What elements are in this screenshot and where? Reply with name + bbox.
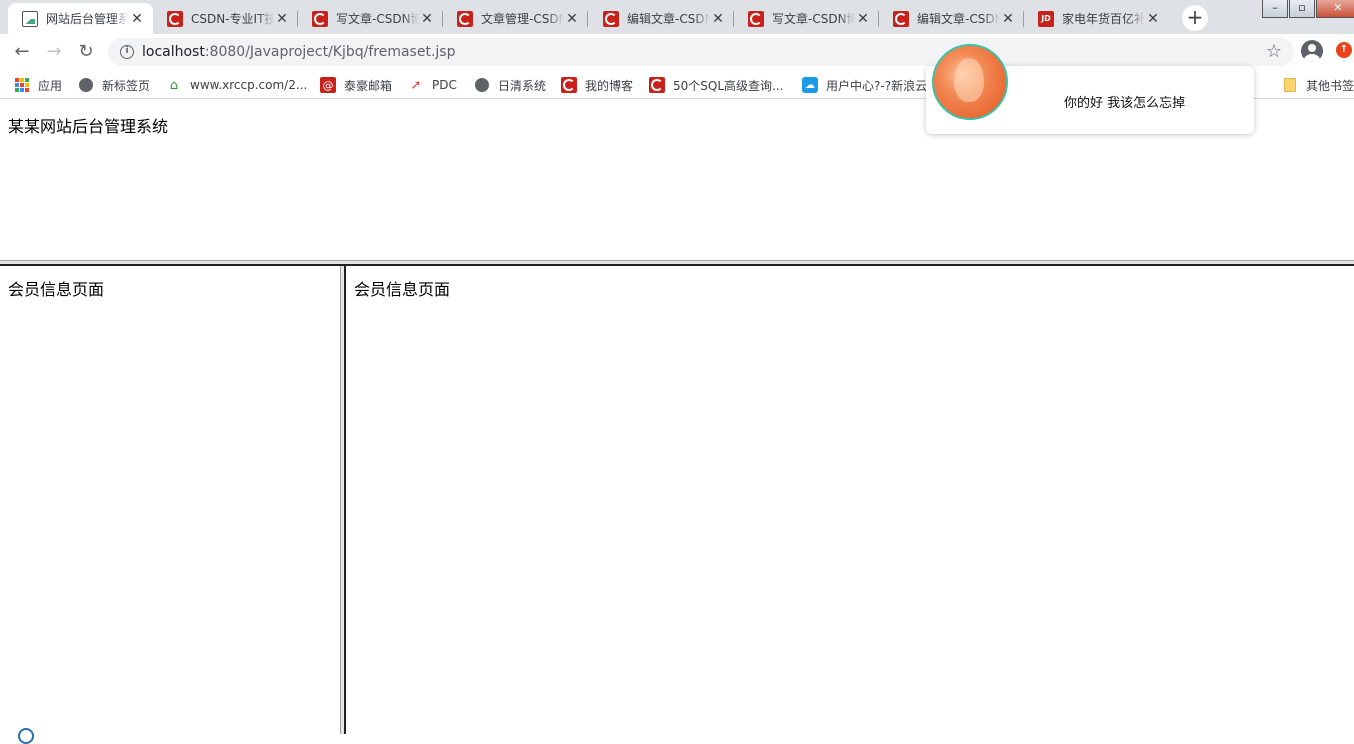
bookmark-label: 应用 [38, 78, 63, 93]
close-tab-icon[interactable]: ✕ [710, 11, 726, 27]
url-path: :8080/Javaproject/Kjbq/fremaset.jsp [204, 44, 456, 60]
tab[interactable]: 编辑文章-CSDN ✕ [589, 3, 734, 34]
bookmark-item[interactable]: ☁ 用户中心?-?新浪云 [802, 75, 927, 95]
close-tab-icon[interactable]: ✕ [129, 11, 145, 27]
bookmark-item[interactable]: ⌂ www.xrccp.com/2... [166, 75, 307, 95]
globe-icon [474, 77, 490, 93]
close-tab-icon[interactable]: ✕ [274, 11, 290, 27]
jd-icon: JD [1038, 10, 1054, 27]
apps-grid-icon [14, 77, 30, 93]
close-window-button[interactable]: ✕ [1316, 0, 1354, 18]
rocket-icon: ➚ [410, 77, 422, 93]
right-frame: 会员信息页面 [346, 266, 1354, 734]
bookmark-item[interactable]: ➚ PDC [408, 75, 457, 95]
csdn-icon [312, 10, 328, 27]
star-icon[interactable]: ☆ [1266, 41, 1282, 62]
back-button[interactable]: ← [10, 40, 34, 64]
popup-message: 你的好 我该怎么忘掉 [1064, 96, 1186, 111]
tab-title: 文章管理-CSDN [481, 12, 564, 26]
tab[interactable]: 文章管理-CSDN ✕ [443, 3, 588, 34]
close-tab-icon[interactable]: ✕ [855, 11, 871, 27]
csdn-icon [893, 10, 909, 27]
other-bookmarks[interactable]: 其他书签 [1282, 75, 1354, 95]
bookmark-label: 用户中心?-?新浪云 [826, 78, 928, 93]
close-tab-icon[interactable]: ✕ [419, 11, 435, 27]
csdn-icon [561, 77, 577, 93]
address-bar[interactable]: i localhost:8080/Javaproject/Kjbq/fremas… [108, 38, 1294, 66]
page-icon [22, 10, 38, 27]
tab[interactable]: JD 家电年货百亿补 ✕ [1024, 3, 1169, 34]
csdn-icon [649, 77, 665, 93]
account-icon[interactable] [1301, 40, 1323, 62]
tab-title: 写文章-CSDN博 [772, 12, 855, 26]
url-host: localhost [142, 44, 205, 60]
bookmark-label: 我的博客 [585, 78, 634, 93]
tab[interactable]: 编辑文章-CSDN ✕ [879, 3, 1024, 34]
bookmark-item[interactable]: 我的博客 [561, 75, 633, 95]
site-icon: ⌂ [169, 77, 179, 93]
csdn-icon [167, 10, 183, 27]
bookmark-item[interactable]: 日清系统 [474, 75, 546, 95]
minimize-button[interactable]: – [1262, 0, 1288, 18]
csdn-icon [748, 10, 764, 27]
info-icon[interactable]: i [120, 45, 134, 59]
tab-title: 家电年货百亿补 [1062, 12, 1145, 26]
bookmark-item[interactable]: 50个SQL高级查询... [649, 75, 783, 95]
floating-widget-icon[interactable] [18, 728, 34, 744]
bookmark-label: 新标签页 [102, 78, 151, 93]
bookmark-item[interactable]: @ 泰豪邮箱 [320, 75, 392, 95]
bookmark-label: 日清系统 [498, 78, 547, 93]
notification-popup[interactable]: 你的好 我该怎么忘掉 [926, 44, 1254, 134]
bookmark-label: www.xrccp.com/2... [190, 78, 308, 92]
url-text[interactable]: localhost:8080/Javaproject/Kjbq/fremaset… [142, 44, 455, 60]
csdn-icon [603, 10, 619, 27]
tab-title: 网站后台管理系 [46, 12, 129, 26]
bookmark-label: 泰豪邮箱 [344, 78, 393, 93]
page-title: 某某网站后台管理系统 [8, 117, 169, 136]
globe-icon [78, 77, 94, 93]
tab[interactable]: 写文章-CSDN博 ✕ [298, 3, 443, 34]
reload-button[interactable]: ↻ [74, 40, 98, 64]
forward-button[interactable]: → [42, 40, 66, 64]
tab-title: CSDN-专业IT技 [191, 12, 274, 26]
csdn-icon [457, 10, 473, 27]
avatar [932, 44, 1008, 120]
tab-title: 编辑文章-CSDN [917, 12, 1000, 26]
extension-icon[interactable]: ↑ [1336, 42, 1352, 58]
tab-title: 编辑文章-CSDN [627, 12, 710, 26]
window-controls: – ▫ ✕ [1262, 0, 1354, 20]
close-tab-icon[interactable]: ✕ [564, 11, 580, 27]
bookmark-label: 其他书签 [1306, 78, 1354, 93]
bookmark-label: 50个SQL高级查询... [673, 78, 784, 93]
close-tab-icon[interactable]: ✕ [1000, 11, 1016, 27]
tab[interactable]: CSDN-专业IT技 ✕ [153, 3, 298, 34]
mail-icon: @ [320, 77, 336, 93]
tab[interactable]: 写文章-CSDN博 ✕ [734, 3, 879, 34]
close-tab-icon[interactable]: ✕ [1145, 11, 1161, 27]
folder-icon [1282, 77, 1298, 93]
bookmark-item[interactable]: 新标签页 [78, 75, 150, 95]
tab-active[interactable]: 网站后台管理系 ✕ [8, 3, 153, 34]
cloud-icon: ☁ [802, 77, 818, 93]
bookmark-label: PDC [432, 78, 457, 92]
bookmark-apps[interactable]: 应用 [14, 75, 62, 95]
right-frame-text: 会员信息页面 [354, 280, 451, 299]
new-tab-button[interactable]: + [1182, 5, 1208, 31]
left-frame-text: 会员信息页面 [8, 280, 105, 299]
browser-toolbar: ← → ↻ i localhost:8080/Javaproject/Kjbq/… [0, 34, 1354, 70]
tab-strip: 网站后台管理系 ✕ CSDN-专业IT技 ✕ 写文章-CSDN博 ✕ 文章管理-… [0, 0, 1354, 34]
maximize-button[interactable]: ▫ [1289, 0, 1315, 18]
tab-title: 写文章-CSDN博 [336, 12, 419, 26]
left-frame: 会员信息页面 [0, 266, 340, 734]
